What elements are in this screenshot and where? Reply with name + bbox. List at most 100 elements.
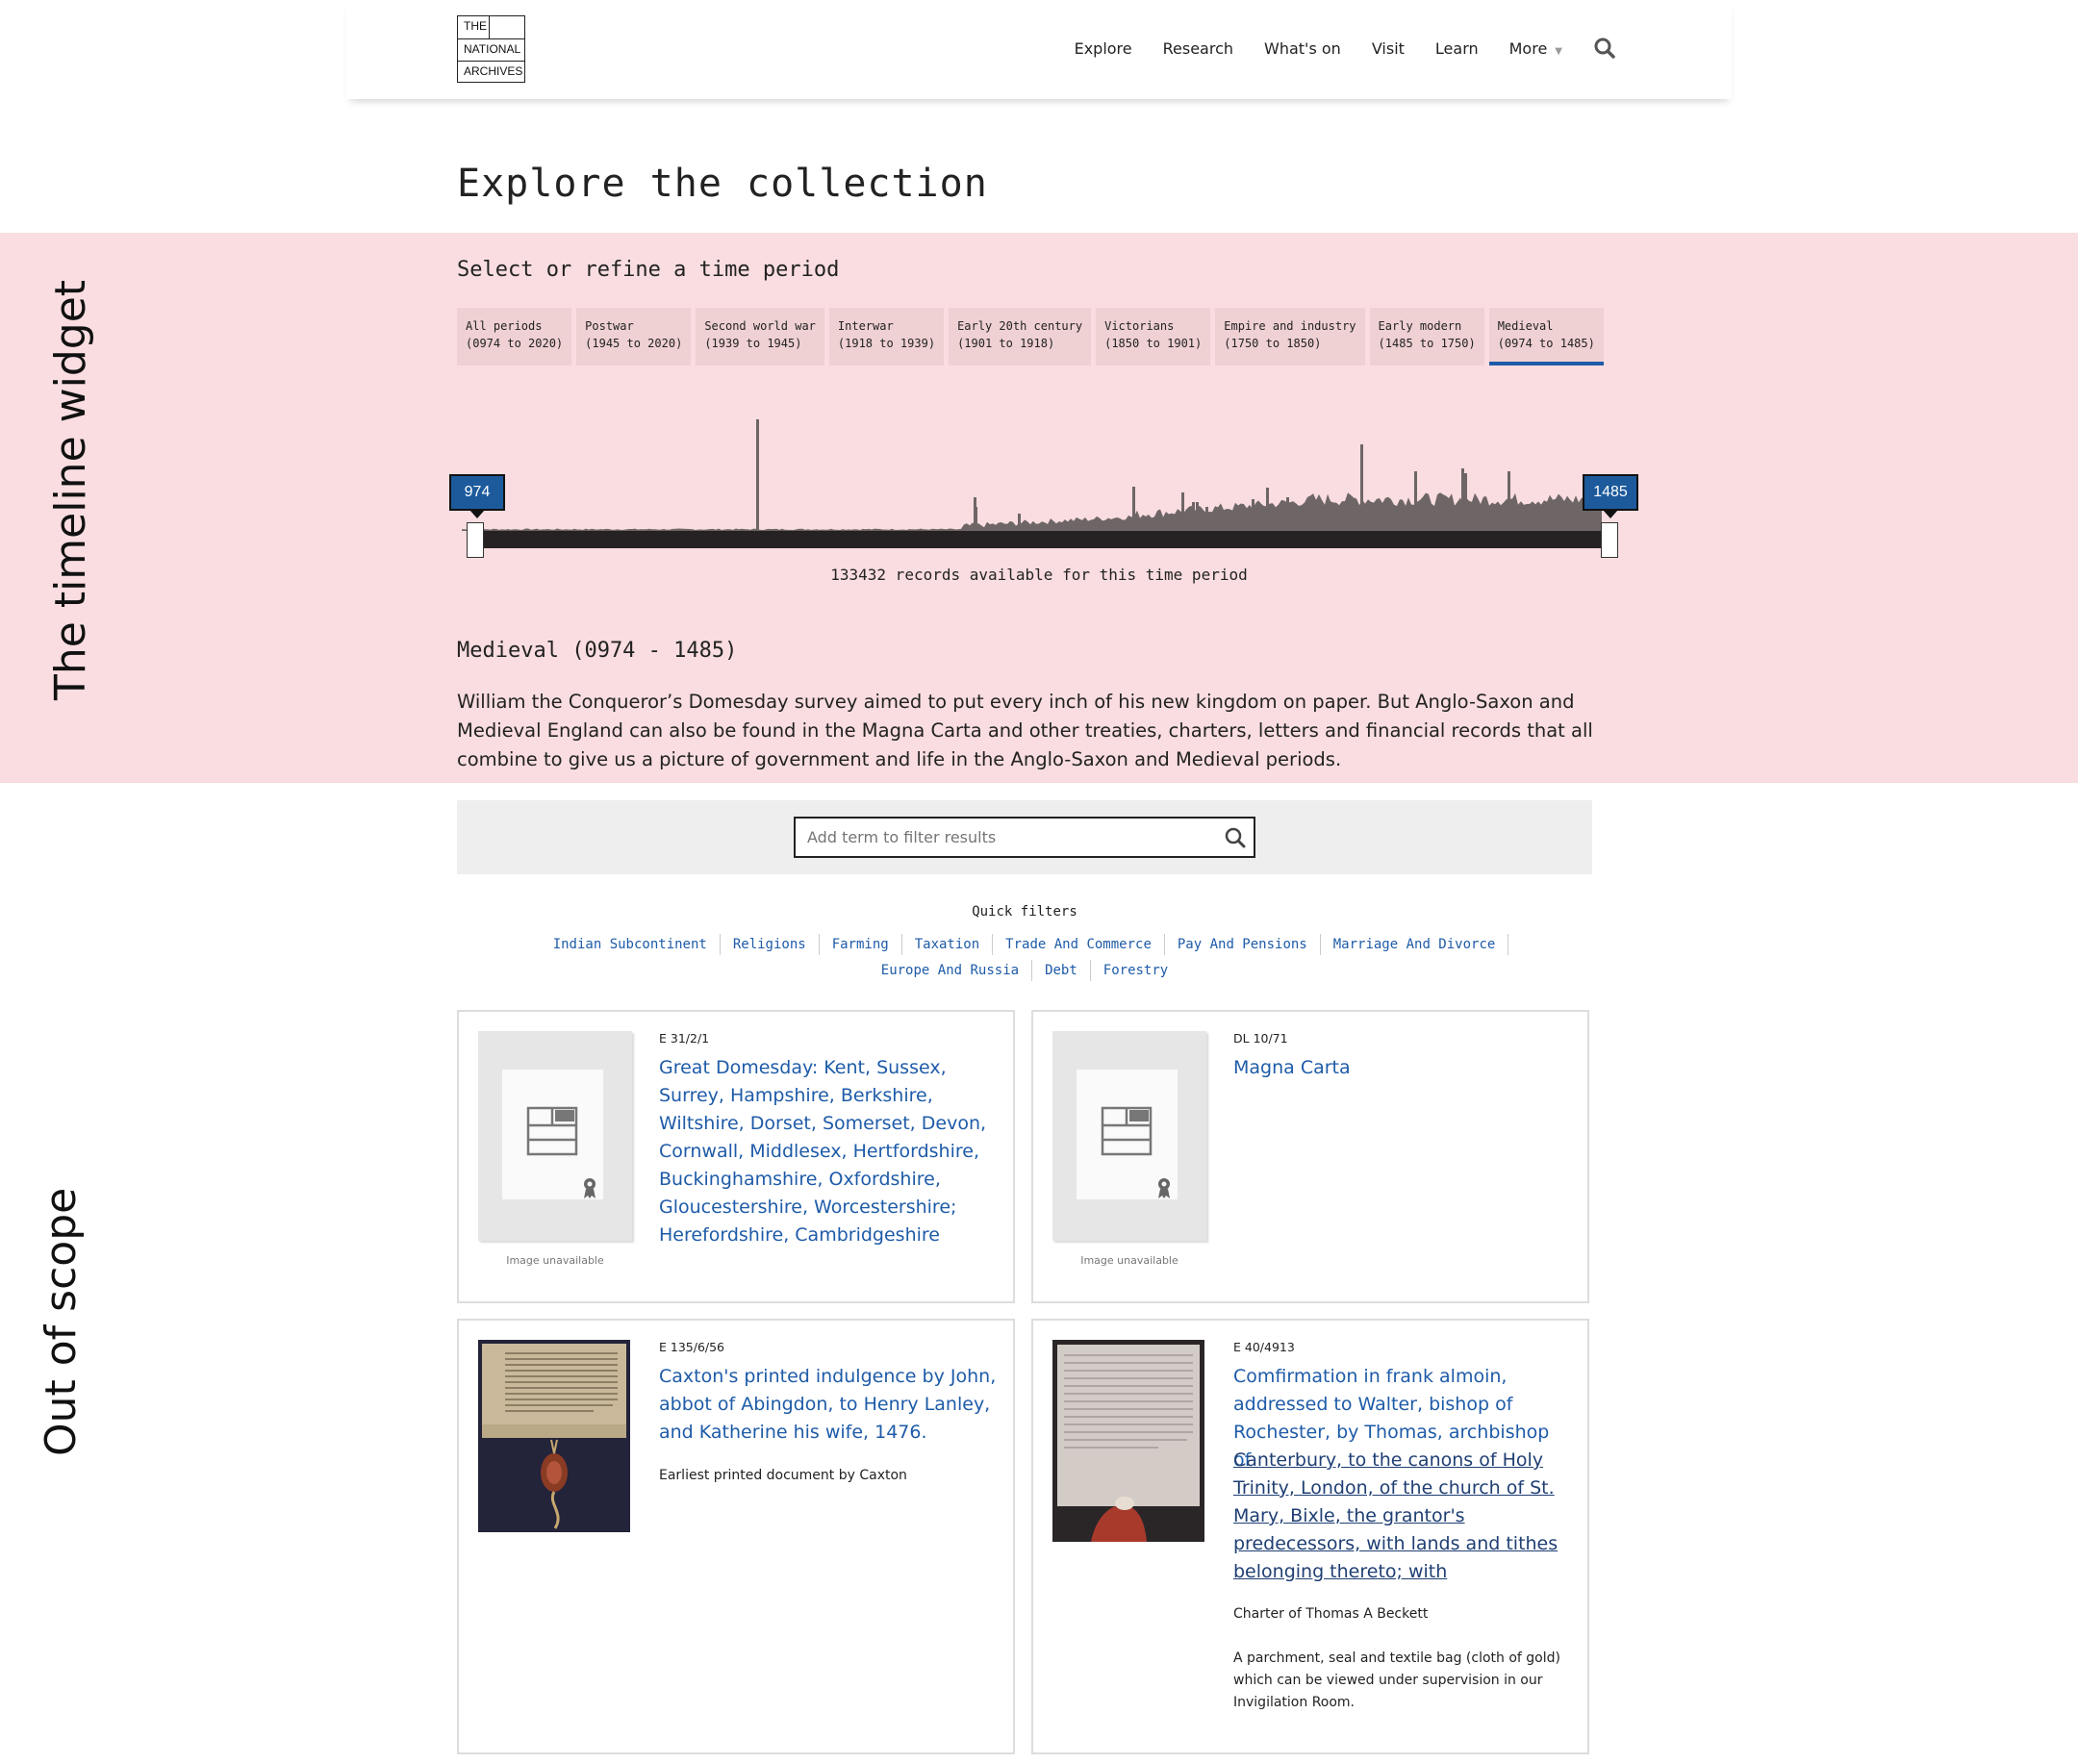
timeline-track[interactable] bbox=[471, 531, 1607, 548]
tab-early-modern[interactable]: Early modern (1485 to 1750) bbox=[1369, 308, 1484, 365]
record-description: Earliest printed document by Caxton bbox=[659, 1468, 907, 1483]
record-subtitle: Charter of Thomas A Beckett bbox=[1233, 1606, 1429, 1622]
histogram-spike bbox=[1192, 502, 1195, 531]
tab-range: (1485 to 1750) bbox=[1378, 337, 1476, 350]
result-card: Image unavailable E 31/2/1 Great Domesda… bbox=[457, 1010, 1015, 1303]
tab-label: Postwar bbox=[585, 319, 634, 333]
tab-interwar[interactable]: Interwar (1918 to 1939) bbox=[828, 308, 945, 365]
histogram-spike bbox=[756, 419, 759, 531]
tab-range: (1901 to 1918) bbox=[957, 337, 1055, 350]
quick-filter[interactable]: Trade And Commerce bbox=[993, 934, 1165, 955]
quick-filters-row-1: Indian Subcontinent Religions Farming Ta… bbox=[457, 934, 1592, 955]
beckett-charter-image bbox=[1052, 1340, 1204, 1542]
quick-filter[interactable]: Farming bbox=[820, 934, 902, 955]
range-start-handle[interactable] bbox=[467, 522, 484, 558]
nav-visit[interactable]: Visit bbox=[1372, 39, 1405, 58]
tab-range: (0974 to 2020) bbox=[466, 337, 564, 350]
result-card: Image unavailable DL 10/71 Magna Carta bbox=[1031, 1010, 1589, 1303]
period-tabs: All periods (0974 to 2020) Postwar (1945 t… bbox=[457, 308, 1604, 365]
quick-filter[interactable]: Religions bbox=[721, 934, 820, 955]
tab-second-world-war[interactable]: Second world war (1939 to 1945) bbox=[696, 308, 824, 365]
caxton-indulgence-image bbox=[478, 1340, 630, 1532]
histogram-spike bbox=[1360, 444, 1363, 531]
result-thumbnail[interactable]: Image unavailable bbox=[478, 1031, 632, 1267]
tab-label: Interwar bbox=[837, 319, 894, 333]
quick-filter[interactable]: Indian Subcontinent bbox=[541, 934, 721, 955]
timeline-heading: Select or refine a time period bbox=[457, 258, 840, 282]
quick-filter[interactable]: Pay And Pensions bbox=[1165, 934, 1321, 955]
logo-line-2: NATIONAL bbox=[458, 38, 524, 61]
document-placeholder-icon bbox=[526, 1106, 578, 1156]
range-end-handle[interactable] bbox=[1601, 522, 1618, 558]
tab-all-periods[interactable]: All periods (0974 to 2020) bbox=[457, 308, 572, 365]
image-placeholder bbox=[478, 1031, 632, 1241]
filter-bar bbox=[457, 800, 1592, 874]
histogram-spike bbox=[1266, 488, 1269, 531]
histogram-spike bbox=[1018, 514, 1021, 531]
nav-more[interactable]: More ▼ bbox=[1509, 39, 1562, 58]
image-unavailable-label: Image unavailable bbox=[1080, 1254, 1178, 1267]
quick-filter[interactable]: Europe And Russia bbox=[869, 960, 1033, 981]
histogram-spike bbox=[1464, 473, 1467, 531]
search-icon[interactable] bbox=[1593, 37, 1616, 60]
result-card: E 40/4913 Comfirmation in frank almoin, … bbox=[1031, 1319, 1589, 1754]
result-card: E 135/6/56 Caxton's printed indulgence b… bbox=[457, 1319, 1015, 1754]
record-reference: E 40/4913 bbox=[1233, 1340, 1295, 1354]
tab-range: (0974 to 1485) bbox=[1497, 337, 1595, 350]
record-title-link-continued[interactable]: Canterbury, to the canons of Holy Trinit… bbox=[1233, 1447, 1572, 1586]
annotation-timeline-widget: The timeline widget bbox=[46, 279, 95, 700]
result-thumbnail[interactable] bbox=[1052, 1340, 1206, 1542]
nav-learn[interactable]: Learn bbox=[1435, 39, 1479, 58]
record-title-link[interactable]: Caxton's printed indulgence by John, abb… bbox=[659, 1363, 1015, 1447]
histogram-spike bbox=[1414, 471, 1417, 531]
result-thumbnail[interactable]: Image unavailable bbox=[1052, 1031, 1206, 1267]
search-icon[interactable] bbox=[1224, 826, 1247, 849]
logo-line-1: THE bbox=[458, 16, 490, 38]
tab-label: Medieval bbox=[1497, 319, 1554, 333]
page-title: Explore the collection bbox=[457, 162, 988, 206]
main-nav: Explore Research What's on Visit Learn M… bbox=[1044, 37, 1616, 60]
tab-medieval[interactable]: Medieval (0974 to 1485) bbox=[1488, 308, 1604, 365]
nav-research[interactable]: Research bbox=[1163, 39, 1233, 58]
image-placeholder bbox=[1052, 1031, 1206, 1241]
histogram-spike bbox=[1205, 507, 1208, 531]
nav-more-label: More bbox=[1508, 38, 1548, 58]
tab-range: (1750 to 1850) bbox=[1224, 337, 1322, 350]
logo-line-3: ARCHIVES bbox=[458, 61, 524, 83]
award-ribbon-icon bbox=[1158, 1178, 1170, 1198]
histogram-spike bbox=[1286, 497, 1289, 531]
filter-input[interactable] bbox=[794, 817, 1255, 858]
caret-down-icon: ▼ bbox=[1555, 45, 1562, 57]
nav-explore[interactable]: Explore bbox=[1075, 39, 1132, 58]
records-histogram bbox=[462, 419, 1602, 531]
records-count: 133432 records available for this time p… bbox=[830, 566, 1248, 584]
record-title-link[interactable]: Magna Carta bbox=[1233, 1054, 1580, 1082]
tab-range: (1850 to 1901) bbox=[1104, 337, 1203, 350]
quick-filter[interactable]: Debt bbox=[1032, 960, 1091, 981]
tab-label: All periods bbox=[466, 319, 543, 333]
tab-postwar[interactable]: Postwar (1945 to 2020) bbox=[576, 308, 692, 365]
record-reference: E 135/6/56 bbox=[659, 1340, 725, 1354]
histogram-spike bbox=[1508, 471, 1510, 531]
record-reference: DL 10/71 bbox=[1233, 1031, 1288, 1046]
tab-label: Second world war bbox=[704, 319, 816, 333]
histogram-spike bbox=[1252, 499, 1254, 531]
quick-filters-heading: Quick filters bbox=[972, 904, 1077, 920]
period-title: Medieval (0974 - 1485) bbox=[457, 639, 738, 663]
tab-label: Empire and industry bbox=[1224, 319, 1356, 333]
quick-filter[interactable]: Forestry bbox=[1091, 960, 1180, 981]
tab-label: Early modern bbox=[1378, 319, 1462, 333]
quick-filter[interactable]: Taxation bbox=[902, 934, 994, 955]
tab-victorians[interactable]: Victorians (1850 to 1901) bbox=[1096, 308, 1211, 365]
result-thumbnail[interactable] bbox=[478, 1340, 632, 1532]
nav-whats-on[interactable]: What's on bbox=[1264, 39, 1341, 58]
tab-empire-and-industry[interactable]: Empire and industry (1750 to 1850) bbox=[1215, 308, 1365, 365]
national-archives-logo[interactable]: THE NATIONAL ARCHIVES bbox=[457, 15, 525, 83]
tab-range: (1918 to 1939) bbox=[837, 337, 936, 350]
placeholder-frame bbox=[1077, 1070, 1178, 1199]
quick-filter[interactable]: Marriage And Divorce bbox=[1321, 934, 1509, 955]
tab-label: Victorians bbox=[1104, 319, 1175, 333]
site-header: THE NATIONAL ARCHIVES Explore Research W… bbox=[346, 0, 1732, 99]
record-title-link[interactable]: Great Domesday: Kent, Sussex, Surrey, Ha… bbox=[659, 1054, 1005, 1249]
tab-early-20th-century[interactable]: Early 20th century (1901 to 1918) bbox=[949, 308, 1092, 365]
